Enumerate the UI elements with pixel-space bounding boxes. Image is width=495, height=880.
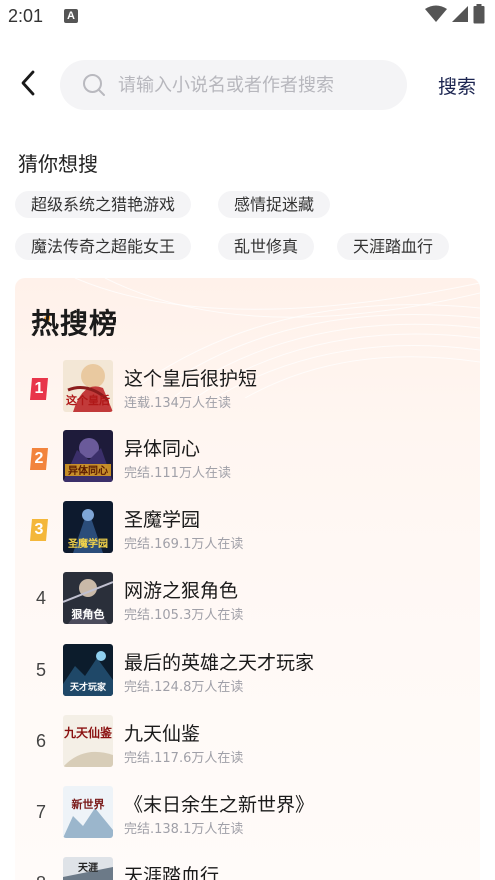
book-meta: 完结.111万人在读 bbox=[124, 466, 231, 481]
rank-number: 8 bbox=[30, 873, 52, 880]
back-button[interactable] bbox=[14, 70, 42, 100]
book-meta: 完结.117.6万人在读 bbox=[124, 751, 244, 766]
svg-text:圣魔学园: 圣魔学园 bbox=[68, 537, 108, 550]
book-cover: 狠角色 bbox=[63, 572, 113, 624]
search-button[interactable]: 搜索 bbox=[438, 72, 476, 99]
book-title: 天涯踏血行 bbox=[124, 865, 220, 880]
ranking-item[interactable]: 1 这个皇后 这个皇后很护短 连载.134万人在读 bbox=[15, 360, 480, 416]
suggestion-chip[interactable]: 魔法传奇之超能女王 bbox=[15, 233, 192, 260]
book-cover: 新世界 bbox=[63, 786, 113, 838]
suggestion-chip[interactable]: 超级系统之猎艳游戏 bbox=[15, 191, 192, 218]
chevron-left-icon bbox=[20, 69, 36, 101]
ranking-item[interactable]: 3 圣魔学园 圣魔学园 完结.169.1万人在读 bbox=[15, 501, 480, 557]
book-meta: 完结.169.1万人在读 bbox=[124, 537, 244, 552]
suggestion-chip[interactable]: 天涯踏血行 bbox=[337, 233, 450, 260]
book-meta: 连载.134万人在读 bbox=[124, 396, 231, 411]
ranking-item[interactable]: 5 天才玩家 最后的英雄之天才玩家 完结.124.8万人在读 bbox=[15, 644, 480, 700]
rank-number: 2 bbox=[34, 450, 44, 467]
book-cover: 圣魔学园 bbox=[63, 501, 113, 553]
book-title: 网游之狠角色 bbox=[124, 580, 239, 602]
rank-number: 4 bbox=[35, 588, 46, 608]
book-title: 异体同心 bbox=[124, 438, 201, 460]
rank-badge: 2 bbox=[30, 448, 48, 470]
notification-a-icon: A bbox=[64, 9, 78, 23]
book-cover: 九天仙鉴 bbox=[63, 715, 113, 767]
suggestion-chip[interactable]: 感情捉迷藏 bbox=[218, 191, 331, 218]
svg-text:九天仙鉴: 九天仙鉴 bbox=[63, 725, 113, 740]
signal-icon bbox=[451, 5, 469, 27]
search-input[interactable] bbox=[118, 74, 378, 96]
rank-badge: 3 bbox=[30, 519, 48, 541]
hot-search-board: 热搜榜 1 这个皇后 这个皇后很护短 连载.134万人在读 2 异体同心 异体同… bbox=[15, 278, 480, 880]
status-bar: 2:01 A bbox=[0, 0, 495, 34]
rank-number: 7 bbox=[35, 802, 46, 822]
book-title: 这个皇后很护短 bbox=[124, 368, 258, 390]
svg-text:狠角色: 狠角色 bbox=[72, 607, 105, 621]
svg-text:异体同心: 异体同心 bbox=[68, 464, 108, 477]
book-title: 九天仙鉴 bbox=[124, 723, 201, 745]
book-meta: 完结.138.1万人在读 bbox=[124, 822, 244, 837]
guess-section-title: 猜你想搜 bbox=[18, 152, 98, 176]
svg-text:新世界: 新世界 bbox=[72, 797, 105, 811]
rank-badge: 1 bbox=[30, 378, 48, 400]
svg-text:这个皇后: 这个皇后 bbox=[66, 393, 110, 407]
book-cover: 这个皇后 bbox=[63, 360, 113, 412]
search-icon bbox=[82, 73, 106, 97]
rank-number: 6 bbox=[35, 731, 46, 751]
book-cover: 异体同心 bbox=[63, 430, 113, 482]
ranking-item[interactable]: 7 新世界 《末日余生之新世界》 完结.138.1万人在读 bbox=[15, 786, 480, 842]
ranking-item[interactable]: 2 异体同心 异体同心 完结.111万人在读 bbox=[15, 430, 480, 486]
hot-board-title: 热搜榜 bbox=[31, 307, 119, 340]
book-meta: 完结.105.3万人在读 bbox=[124, 608, 244, 623]
status-time: 2:01 bbox=[8, 6, 44, 26]
book-title: 最后的英雄之天才玩家 bbox=[124, 652, 315, 674]
book-cover: 天才玩家 bbox=[63, 644, 113, 696]
book-meta: 完结.124.8万人在读 bbox=[124, 680, 244, 695]
status-icons bbox=[425, 4, 485, 28]
book-title: 圣魔学园 bbox=[124, 509, 201, 531]
rank-number: 3 bbox=[34, 521, 44, 538]
svg-text:天涯: 天涯 bbox=[78, 861, 98, 874]
ranking-item[interactable]: 4 狠角色 网游之狠角色 完结.105.3万人在读 bbox=[15, 572, 480, 628]
suggestion-chip[interactable]: 乱世修真 bbox=[218, 233, 315, 260]
book-cover: 天涯 bbox=[63, 857, 113, 880]
svg-text:天才玩家: 天才玩家 bbox=[70, 681, 107, 693]
rank-number: 1 bbox=[34, 380, 44, 397]
rank-number: 5 bbox=[35, 660, 46, 680]
book-title: 《末日余生之新世界》 bbox=[124, 794, 315, 816]
search-box[interactable] bbox=[60, 60, 407, 110]
ranking-item[interactable]: 8 天涯 天涯踏血行 bbox=[15, 857, 480, 880]
ranking-item[interactable]: 6 九天仙鉴 九天仙鉴 完结.117.6万人在读 bbox=[15, 715, 480, 771]
battery-icon bbox=[473, 4, 485, 28]
wifi-icon bbox=[425, 5, 447, 27]
